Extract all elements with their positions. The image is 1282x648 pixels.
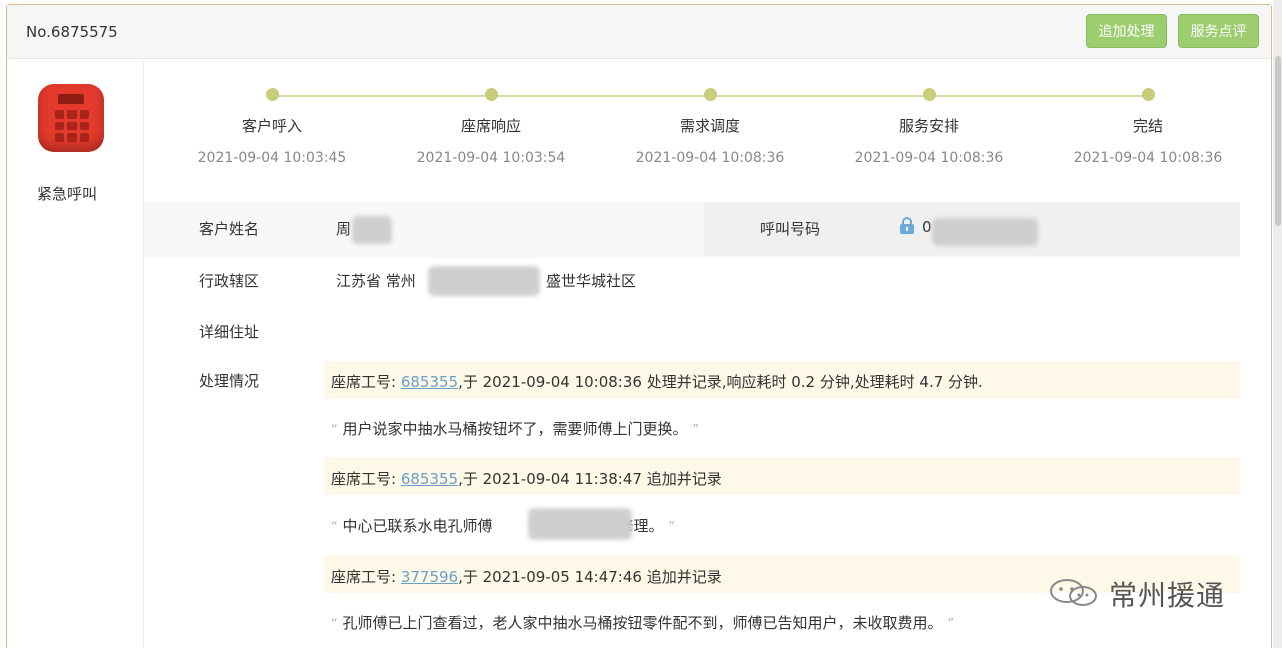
redacted-mask: [528, 508, 632, 540]
handling-label: 处理情况: [199, 372, 260, 390]
watermark: 常州援通: [1047, 570, 1267, 614]
timeline-step-label: 完结: [1132, 117, 1163, 135]
timeline-step: 服务安排 2021-09-04 10:08:36: [829, 88, 1029, 166]
log-note-text: 用户说家中抽水马桶按钮坏了，需要师傅上门更换。: [342, 420, 688, 438]
address-label: 详细住址: [199, 323, 260, 341]
call-type-label: 紧急呼叫: [37, 185, 98, 203]
quote-close-icon: ”: [947, 617, 955, 632]
timeline-step-time: 2021-09-04 10:08:36: [635, 150, 785, 166]
log-entry-header: 座席工号: 685355,于 2021-09-04 10:08:36 处理并记录…: [331, 371, 983, 392]
log-note: “ 用户说家中抽水马桶按钮坏了，需要师傅上门更换。 ”: [331, 418, 699, 439]
append-handling-button[interactable]: 追加处理: [1086, 14, 1167, 48]
district-label: 行政辖区: [199, 272, 260, 290]
customer-name-value: 周: [336, 220, 352, 238]
district-value-suffix: 盛世华城社区: [546, 272, 637, 290]
phone-lock-icon: [900, 217, 914, 234]
timeline-dot-icon: [703, 88, 717, 101]
timeline-dot-icon: [265, 88, 279, 101]
quote-close-icon: ”: [668, 520, 676, 535]
telephone-icon: [38, 84, 104, 152]
log-note: “ 孔师傅已上门查看过，老人家中抽水马桶按钮零件配不到，师傅已告知用户，未收取费…: [331, 612, 954, 633]
timeline-step-time: 2021-09-04 10:08:36: [854, 150, 1004, 166]
timeline-step: 客户呼入 2021-09-04 10:03:45: [172, 88, 372, 166]
quote-open-icon: “: [331, 617, 338, 632]
customer-name-label: 客户姓名: [199, 220, 260, 238]
agent-id-link[interactable]: 685355: [401, 470, 458, 488]
quote-close-icon: ”: [692, 423, 700, 438]
timeline-step: 座席响应 2021-09-04 10:03:54: [391, 88, 591, 166]
timeline-step: 需求调度 2021-09-04 10:08:36: [610, 88, 810, 166]
call-number-label: 呼叫号码: [760, 220, 821, 238]
redacted-mask: [932, 218, 1038, 246]
log-summary: ,于 2021-09-04 11:38:47 追加并记录: [458, 470, 722, 488]
log-prefix: 座席工号:: [331, 568, 401, 586]
quote-open-icon: “: [331, 520, 338, 535]
timeline-step-time: 2021-09-04 10:03:54: [416, 150, 566, 166]
timeline-dot-icon: [1141, 88, 1155, 101]
ticket-number: No.6875575: [26, 23, 118, 41]
log-note-text: 中心已联系水电孔师傅: [342, 517, 493, 535]
agent-id-link[interactable]: 685355: [401, 373, 458, 391]
timeline-step: 完结 2021-09-04 10:08:36: [1048, 88, 1248, 166]
ticket-header: No.6875575 追加处理 服务点评: [7, 5, 1271, 59]
wechat-icon: [1050, 579, 1097, 606]
timeline-step-time: 2021-09-04 10:03:45: [197, 150, 347, 166]
call-number-value: 0: [922, 218, 932, 236]
timeline-step-label: 客户呼入: [241, 117, 302, 135]
watermark-text: 常州援通: [1109, 579, 1226, 612]
log-entry-header: 座席工号: 377596,于 2021-09-05 14:47:46 追加并记录: [331, 566, 722, 587]
timeline-dot-icon: [484, 88, 498, 101]
log-prefix: 座席工号:: [331, 470, 401, 488]
timeline-step-label: 需求调度: [679, 117, 740, 135]
log-summary: ,于 2021-09-05 14:47:46 追加并记录: [458, 568, 722, 586]
log-prefix: 座席工号:: [331, 373, 401, 391]
timeline-step-label: 座席响应: [460, 117, 521, 135]
district-value-prefix: 江苏省 常州: [336, 272, 416, 290]
timeline-dot-icon: [922, 88, 936, 101]
timeline-step-time: 2021-09-04 10:08:36: [1073, 150, 1223, 166]
timeline-step-label: 服务安排: [898, 117, 959, 135]
service-review-button[interactable]: 服务点评: [1178, 14, 1259, 48]
redacted-mask: [352, 216, 392, 244]
log-entry-header: 座席工号: 685355,于 2021-09-04 11:38:47 追加并记录: [331, 468, 722, 489]
quote-open-icon: “: [331, 423, 338, 438]
scrollbar-thumb[interactable]: [1275, 56, 1281, 226]
log-note-text: 孔师傅已上门查看过，老人家中抽水马桶按钮零件配不到，师傅已告知用户，未收取费用。: [342, 614, 943, 632]
redacted-mask: [428, 266, 540, 296]
agent-id-link[interactable]: 377596: [401, 568, 458, 586]
log-summary: ,于 2021-09-04 10:08:36 处理并记录,响应耗时 0.2 分钟…: [458, 373, 983, 391]
